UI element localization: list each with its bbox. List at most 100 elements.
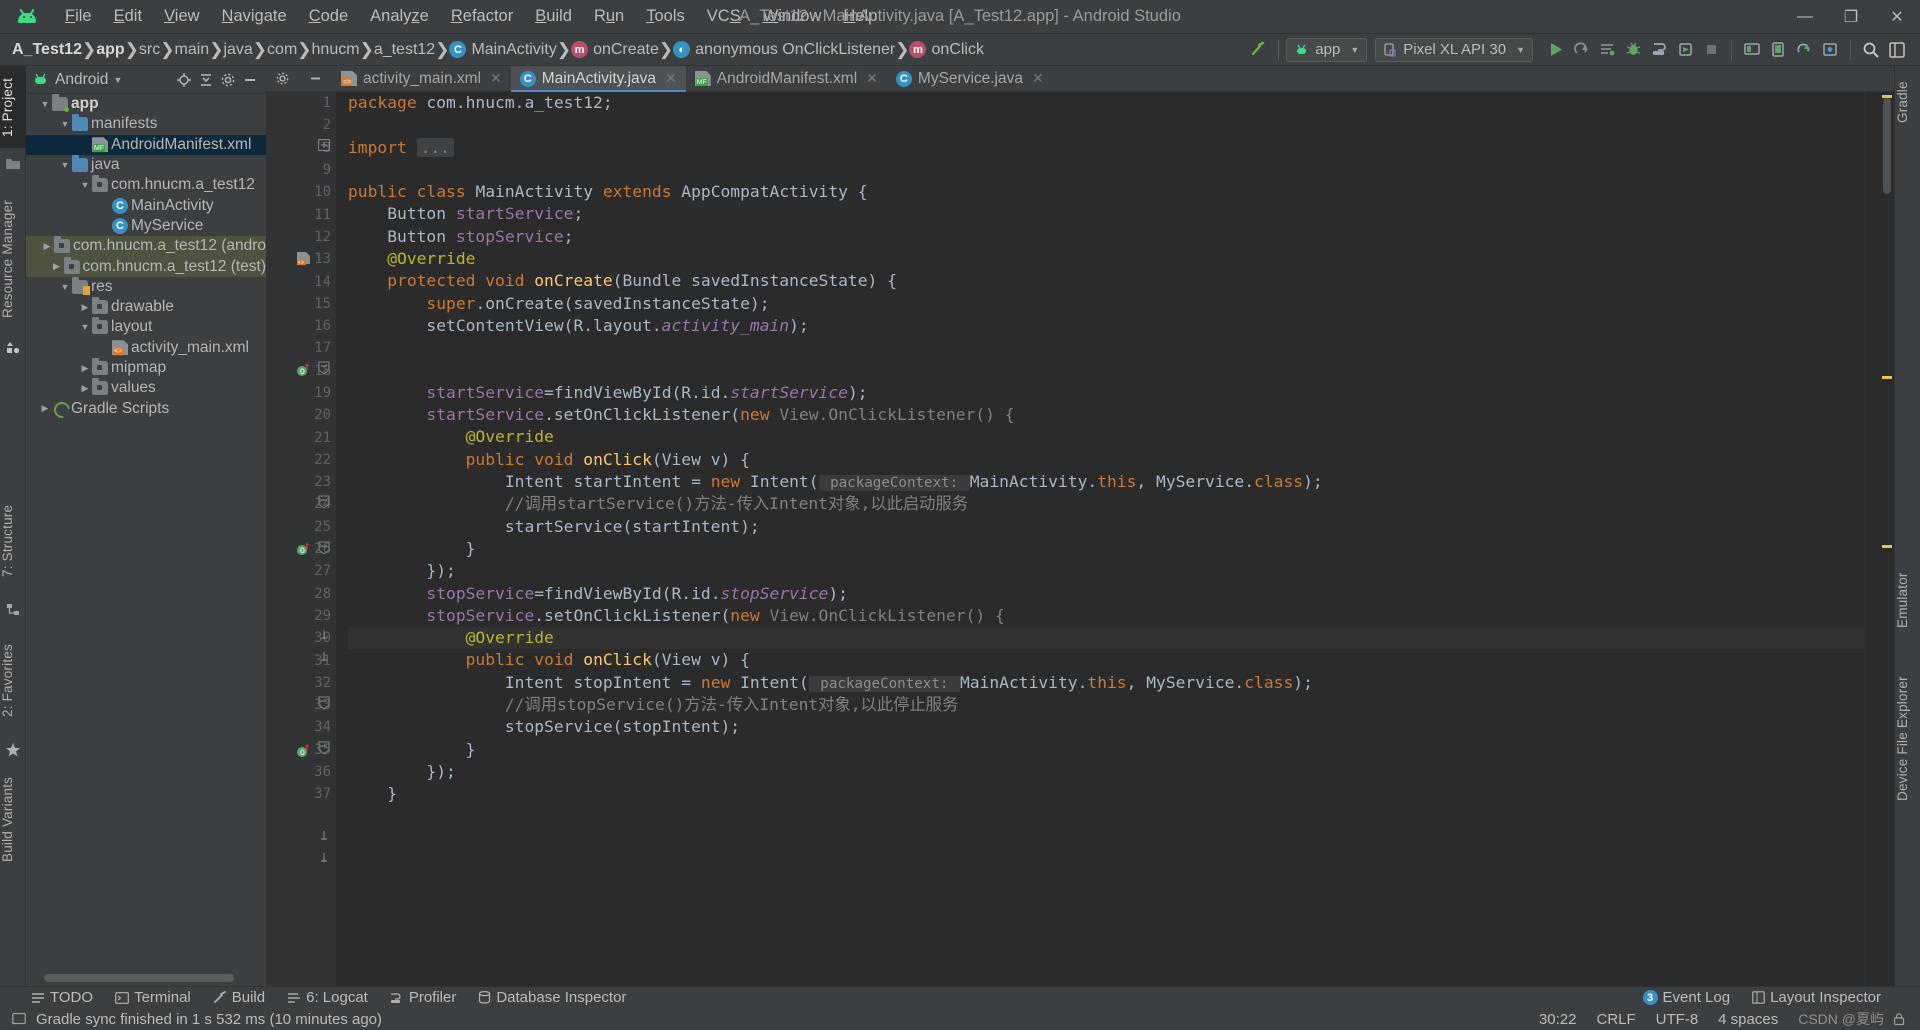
editor-tab-mainactivity-java[interactable]: C MainActivity.java ✕: [510, 66, 686, 92]
sdk-manager-icon[interactable]: [1739, 38, 1765, 62]
stop-icon[interactable]: [1698, 38, 1724, 62]
line-number[interactable]: 10: [266, 181, 336, 203]
line-number[interactable]: 23: [266, 471, 336, 493]
editor-marker-strip[interactable]: [1864, 92, 1894, 986]
tree-node-manifests[interactable]: ▼ manifests: [26, 114, 266, 134]
code-line[interactable]: public void onClick(View v) {: [348, 449, 1864, 471]
code-fold-marker[interactable]: [318, 650, 332, 664]
tree-expander[interactable]: ▼: [38, 99, 52, 109]
code-line[interactable]: Button stopService;: [348, 226, 1864, 248]
bottom-item-database-inspector[interactable]: Database Inspector: [467, 989, 637, 1006]
search-icon[interactable]: [1858, 38, 1884, 62]
layout-editor-icon[interactable]: [1884, 38, 1910, 62]
editor-tab-myservice-java[interactable]: C MyService.java ✕: [887, 66, 1053, 91]
caret-position[interactable]: 30:22: [1529, 1011, 1587, 1028]
tree-node-java[interactable]: ▼ java: [26, 155, 266, 175]
apply-code-changes-icon[interactable]: [1594, 38, 1620, 62]
line-number[interactable]: 32: [266, 672, 336, 694]
breadcrumb-item-a-test12[interactable]: A_Test12: [12, 41, 82, 59]
breadcrumb-item-app[interactable]: app: [96, 41, 124, 59]
apply-changes-icon[interactable]: [1568, 38, 1594, 62]
project-tree[interactable]: ▼ app ▼ manifests MF AndroidManifest.xml ▼ java…: [26, 94, 266, 970]
locate-icon[interactable]: [174, 70, 194, 90]
sidebar-item-build-variants[interactable]: Build Variants: [0, 766, 26, 872]
maximize-button[interactable]: ❐: [1828, 0, 1874, 34]
tree-expander[interactable]: ▶: [38, 403, 52, 414]
code-line[interactable]: startService=findViewById(R.id.startServ…: [348, 382, 1864, 404]
line-number[interactable]: 27: [266, 560, 336, 582]
breadcrumb-item-src[interactable]: src: [139, 41, 160, 59]
tree-node-app[interactable]: ▼ app: [26, 94, 266, 114]
code-fold-marker[interactable]: [318, 494, 332, 509]
breadcrumb-item-a-test12[interactable]: a_test12: [374, 41, 435, 59]
bottom-item-todo[interactable]: TODO: [20, 989, 104, 1006]
bottom-item-profiler[interactable]: Profiler: [379, 989, 468, 1006]
code-line[interactable]: }: [348, 739, 1864, 761]
tree-node-layout[interactable]: ▼ layout: [26, 317, 266, 337]
code-fold-marker[interactable]: [318, 136, 332, 151]
tree-node-myservice[interactable]: C MyService: [26, 216, 266, 236]
code-editor[interactable]: 1 2 3 9 10 11 12 13 14 15 16 17 18 19 20 21 22 23 24 25 26 27…: [266, 92, 1894, 986]
line-number[interactable]: 14: [266, 270, 336, 292]
code-line[interactable]: stopService.setOnClickListener(new View.…: [348, 605, 1864, 627]
line-number[interactable]: 29: [266, 605, 336, 627]
code-line[interactable]: Button startService;: [348, 203, 1864, 225]
breadcrumb-item-com[interactable]: com: [267, 41, 297, 59]
tree-node-gradle-scripts[interactable]: ▶ Gradle Scripts: [26, 398, 266, 418]
run-icon[interactable]: [1542, 38, 1568, 62]
code-line[interactable]: @Override: [348, 627, 1864, 650]
code-line[interactable]: stopService=findViewById(R.id.stopServic…: [348, 583, 1864, 605]
bottom-item-terminal[interactable]: Terminal: [104, 989, 202, 1006]
code-line[interactable]: [348, 114, 1864, 136]
menu-item-analyze[interactable]: Analyze: [359, 3, 440, 30]
lock-icon[interactable]: [1892, 1012, 1906, 1026]
menu-item-tools[interactable]: Tools: [635, 3, 696, 30]
line-number[interactable]: 9: [266, 159, 336, 181]
line-number[interactable]: 22: [266, 449, 336, 471]
code-line[interactable]: stopService(stopIntent);: [348, 716, 1864, 738]
tree-node-drawable[interactable]: ▶ drawable: [26, 297, 266, 317]
event-log-button[interactable]: 3 Event Log: [1632, 989, 1742, 1006]
override-method-gutter-icon[interactable]: O: [296, 743, 312, 759]
menu-item-refactor[interactable]: Refactor: [440, 3, 524, 30]
indent-setting[interactable]: 4 spaces: [1708, 1011, 1788, 1028]
tree-node-values[interactable]: ▶ values: [26, 378, 266, 398]
menu-item-edit[interactable]: Edit: [103, 3, 153, 30]
line-number[interactable]: 12: [266, 226, 336, 248]
code-fold-marker[interactable]: [318, 851, 332, 865]
editor-settings-icon[interactable]: [266, 66, 299, 91]
code-text[interactable]: package com.hnucm.a_test12; import ... p…: [336, 92, 1864, 986]
code-line[interactable]: public class MainActivity extends AppCom…: [348, 181, 1864, 203]
debug-icon[interactable]: [1620, 38, 1646, 62]
sidebar-item-project[interactable]: 1: Project: [0, 66, 26, 148]
override-method-gutter-icon[interactable]: O: [296, 362, 312, 378]
line-number[interactable]: 11: [266, 203, 336, 225]
code-line[interactable]: Intent startIntent = new Intent( package…: [348, 471, 1864, 493]
menu-item-run[interactable]: Run: [583, 3, 635, 30]
tree-expander[interactable]: ▼: [78, 180, 92, 190]
close-icon[interactable]: ✕: [866, 70, 878, 87]
warning-marker[interactable]: [1882, 95, 1892, 98]
code-line[interactable]: super.onCreate(savedInstanceState);: [348, 293, 1864, 315]
breadcrumb-item-main[interactable]: main: [175, 41, 210, 59]
line-number[interactable]: 36: [266, 761, 336, 783]
sidebar-item-resource-manager[interactable]: Resource Manager: [0, 184, 26, 334]
code-line[interactable]: [348, 337, 1864, 359]
collapse-all-icon[interactable]: [196, 70, 216, 90]
profile-icon[interactable]: [1646, 38, 1672, 62]
code-line[interactable]: import ...: [348, 137, 1864, 159]
run-configuration-combo[interactable]: app ▼: [1286, 37, 1368, 62]
code-line[interactable]: }: [348, 538, 1864, 560]
line-number[interactable]: 25: [266, 516, 336, 538]
file-encoding[interactable]: UTF-8: [1646, 1011, 1709, 1028]
sidebar-item-gradle[interactable]: Gradle: [1895, 70, 1920, 134]
device-selector-combo[interactable]: Pixel XL API 30 ▼: [1375, 37, 1533, 62]
line-separator[interactable]: CRLF: [1587, 1011, 1646, 1028]
tree-node-mainactivity[interactable]: C MainActivity: [26, 195, 266, 215]
close-icon[interactable]: ✕: [490, 70, 502, 87]
menu-item-navigate[interactable]: Navigate: [211, 3, 298, 30]
code-fold-marker[interactable]: [318, 695, 332, 710]
bottom-item-logcat[interactable]: 6: Logcat: [276, 989, 379, 1006]
close-icon[interactable]: ✕: [665, 70, 677, 87]
tree-expander[interactable]: ▼: [78, 322, 92, 332]
